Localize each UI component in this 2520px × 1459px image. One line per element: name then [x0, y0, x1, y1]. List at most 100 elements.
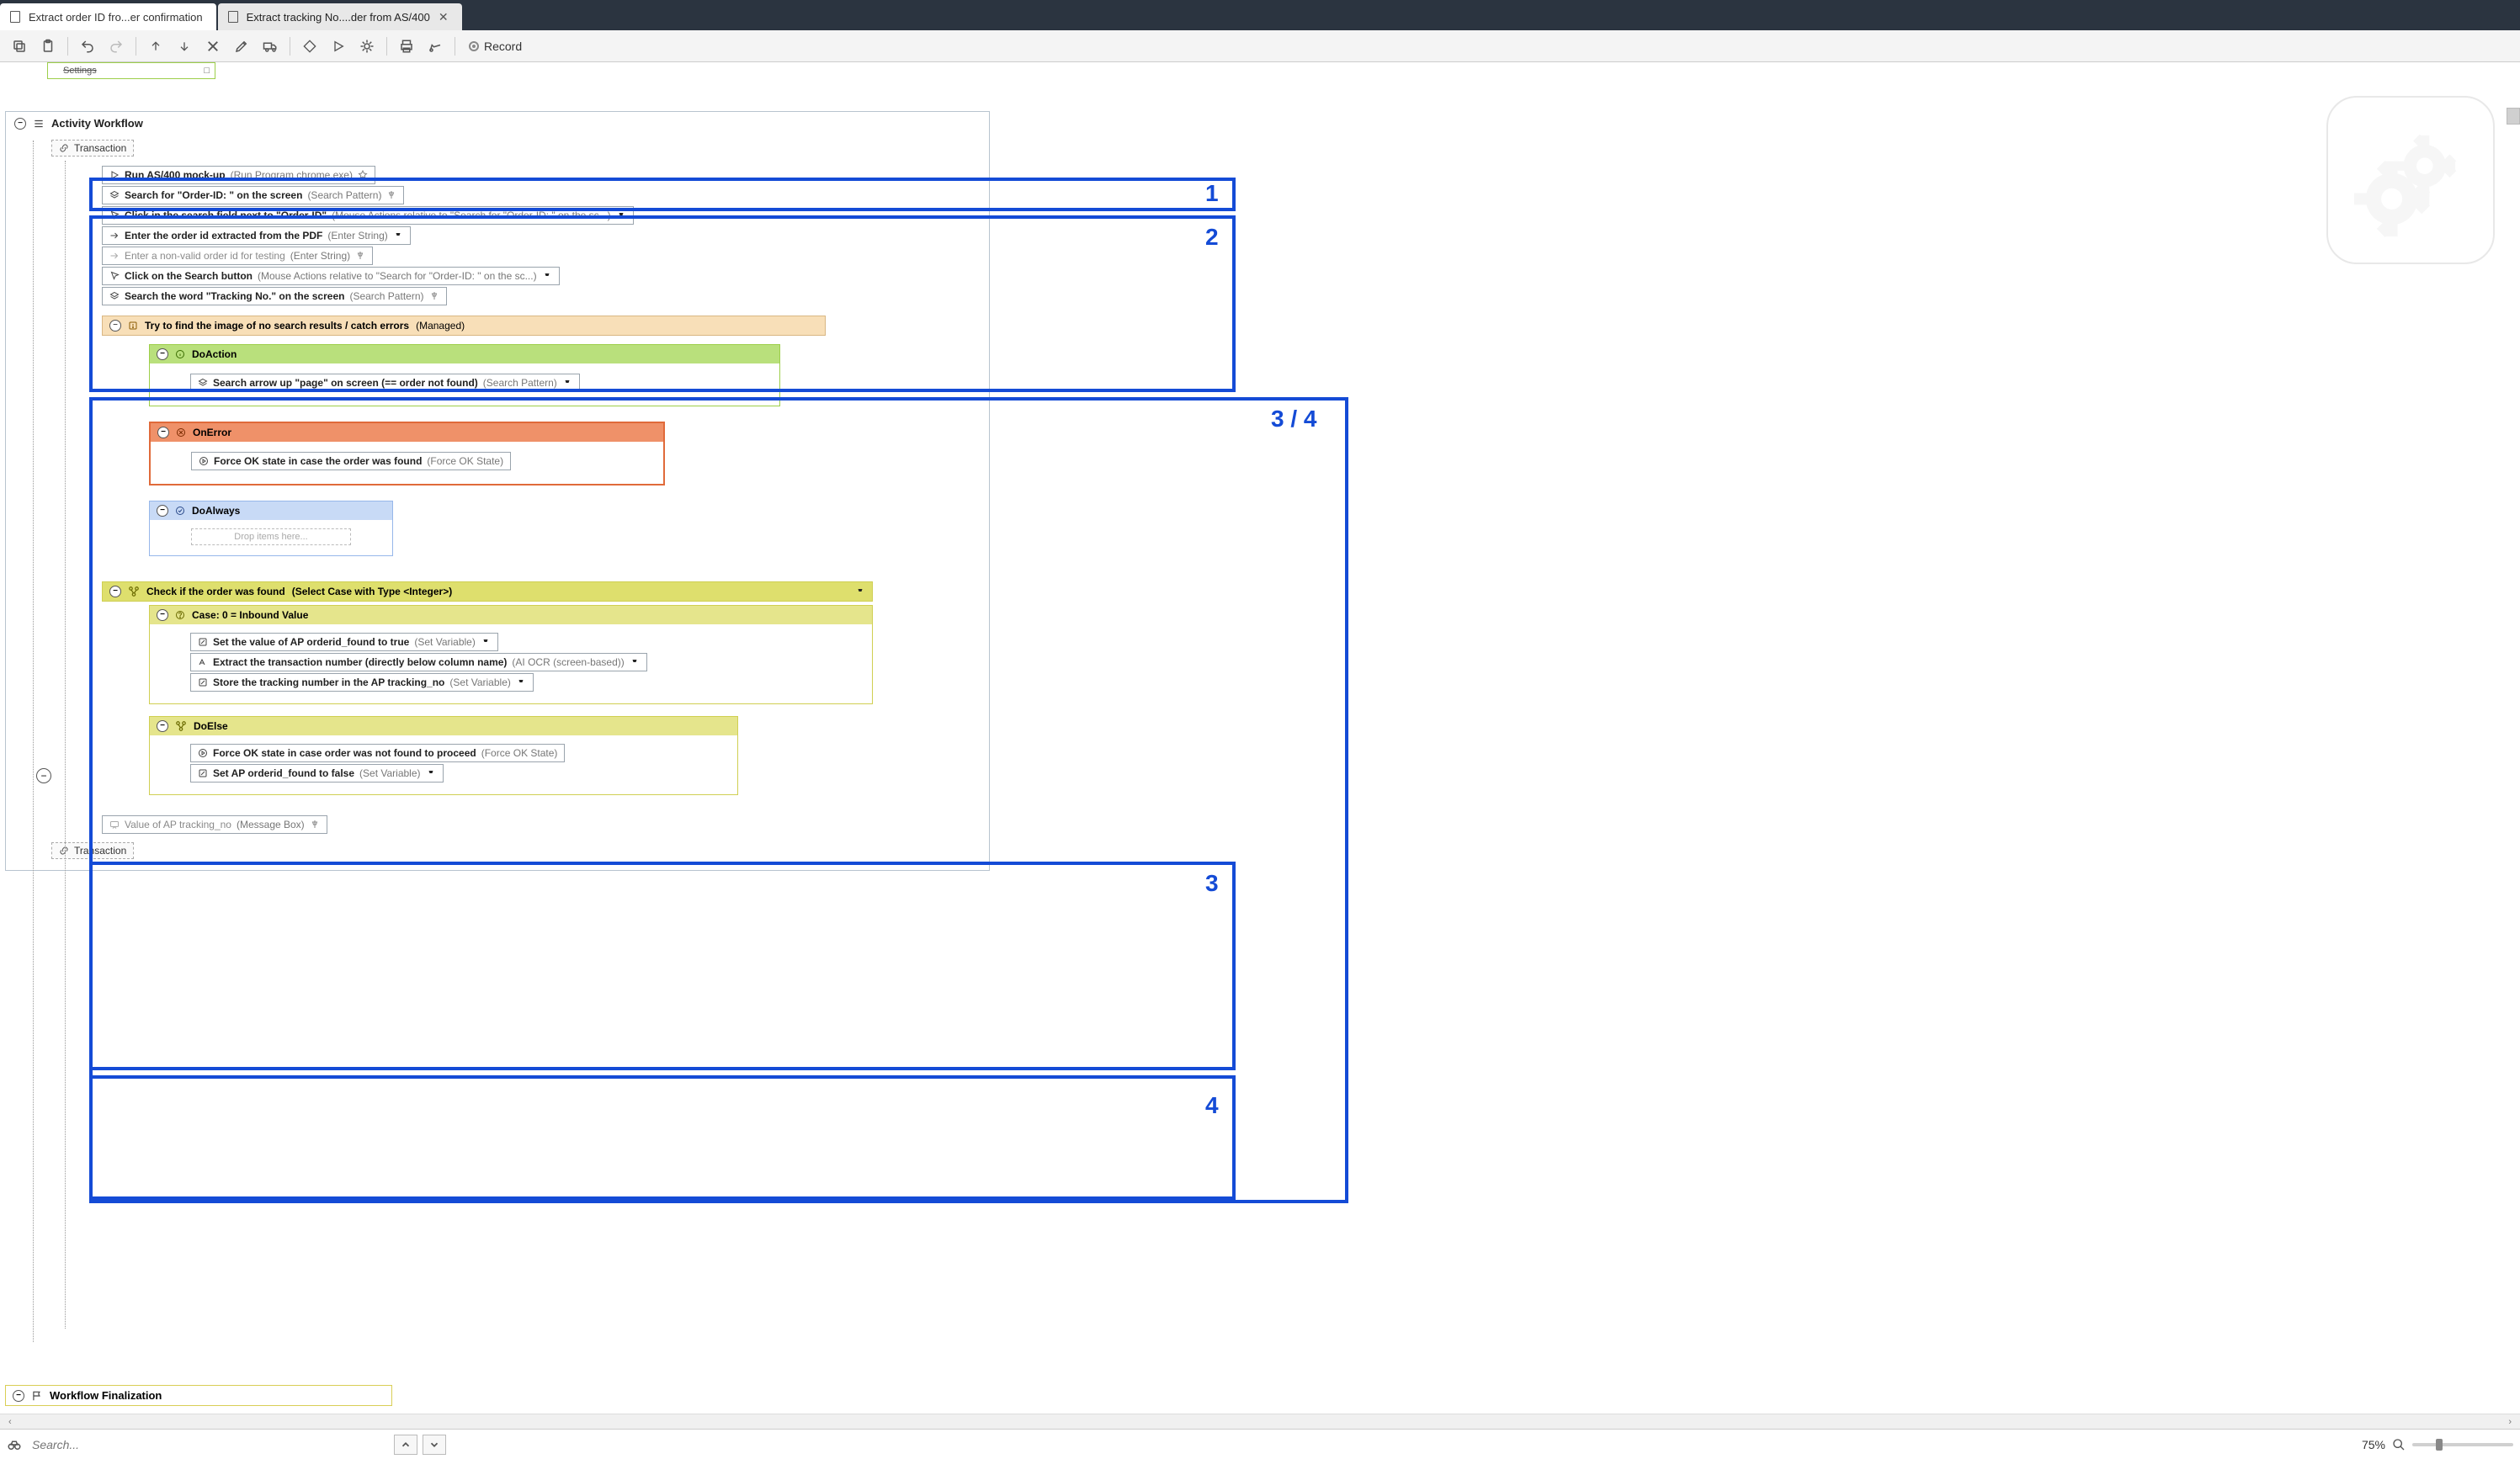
step-extract-transaction[interactable]: Extract the transaction number (directly…: [190, 653, 647, 671]
search-prev-button[interactable]: [394, 1435, 417, 1455]
pin-icon[interactable]: [393, 231, 403, 241]
step-force-ok-found[interactable]: Force OK state in case the order was fou…: [191, 452, 511, 470]
pin-icon[interactable]: [542, 271, 552, 281]
toolbar: Record: [0, 30, 2520, 62]
pin-icon[interactable]: [562, 378, 572, 388]
pin-icon[interactable]: [630, 657, 640, 667]
settings-button[interactable]: [423, 34, 448, 59]
play-button[interactable]: [326, 34, 351, 59]
group-collapse-icon[interactable]: −: [36, 768, 51, 783]
workflow-header[interactable]: − Activity Workflow: [6, 112, 989, 135]
step-force-ok-notfound[interactable]: Force OK state in case order was not fou…: [190, 744, 565, 762]
transaction-label: Transaction: [74, 142, 126, 154]
play-circle-icon: [198, 748, 208, 758]
tab-extract-tracking-no[interactable]: Extract tracking No....der from AS/400 ✕: [218, 3, 462, 30]
case-0-header[interactable]: − Case: 0 = Inbound Value: [150, 606, 872, 624]
step-type: (Set Variable): [359, 767, 420, 779]
collapse-icon[interactable]: −: [14, 118, 26, 130]
select-case-header[interactable]: − Check if the order was found (Select C…: [102, 581, 873, 602]
collapse-icon[interactable]: −: [109, 586, 121, 597]
horizontal-scrollbar[interactable]: ‹ ›: [0, 1414, 2520, 1429]
step-set-true[interactable]: Set the value of AP orderid_found to tru…: [190, 633, 498, 651]
layers-icon: [198, 378, 208, 388]
step-enter-orderid[interactable]: Enter the order id extracted from the PD…: [102, 226, 411, 245]
breakpoint-button[interactable]: [297, 34, 322, 59]
collapse-icon[interactable]: −: [13, 1390, 24, 1402]
step-label: Run AS/400 mock-up: [125, 169, 226, 181]
zoom-slider[interactable]: [2412, 1443, 2513, 1446]
pin-icon[interactable]: [429, 291, 439, 301]
pin-icon[interactable]: [516, 677, 526, 687]
pin-icon[interactable]: [855, 586, 865, 597]
collapse-icon[interactable]: −: [157, 505, 168, 517]
pin-icon[interactable]: [426, 768, 436, 778]
scroll-left-icon[interactable]: ‹: [3, 1417, 17, 1427]
paste-button[interactable]: [35, 34, 61, 59]
edit-button[interactable]: [229, 34, 254, 59]
onerror-header[interactable]: − OnError: [151, 423, 663, 442]
truck-button[interactable]: [258, 34, 283, 59]
doalways-block: − DoAlways Drop items here...: [149, 501, 393, 556]
collapse-icon[interactable]: −: [157, 427, 169, 438]
question-icon: [175, 610, 185, 620]
ocr-icon: [198, 657, 208, 667]
collapse-icon[interactable]: −: [157, 720, 168, 732]
transaction-start[interactable]: Transaction: [51, 140, 134, 157]
step-label: Search the word "Tracking No." on the sc…: [125, 290, 344, 302]
step-search-tracking[interactable]: Search the word "Tracking No." on the sc…: [102, 287, 447, 305]
collapse-icon[interactable]: −: [157, 348, 168, 360]
pin-icon[interactable]: [310, 820, 320, 830]
step-click-search-button[interactable]: Click on the Search button (Mouse Action…: [102, 267, 560, 285]
workflow-finalization[interactable]: − Workflow Finalization: [5, 1385, 392, 1406]
doalways-header[interactable]: − DoAlways: [150, 501, 392, 520]
copy-button[interactable]: [7, 34, 32, 59]
doaction-header[interactable]: − DoAction: [150, 345, 779, 363]
settings-node[interactable]: Settings: [47, 62, 215, 79]
move-down-button[interactable]: [172, 34, 197, 59]
doelse-header[interactable]: − DoElse: [150, 717, 737, 735]
workflow-canvas[interactable]: Settings: [0, 62, 2520, 1414]
gear-watermark-icon: [2326, 96, 2495, 264]
delete-button[interactable]: [200, 34, 226, 59]
transaction-end[interactable]: Transaction: [51, 842, 134, 859]
pin-icon[interactable]: [481, 637, 491, 647]
pin-icon[interactable]: [616, 210, 626, 220]
link-icon: [59, 846, 69, 856]
search-input[interactable]: [27, 1435, 389, 1455]
step-store-tracking[interactable]: Store the tracking number in the AP trac…: [190, 673, 534, 692]
record-button[interactable]: Record: [462, 36, 529, 56]
zoom-thumb[interactable]: [2436, 1439, 2443, 1451]
print-button[interactable]: [394, 34, 419, 59]
pin-icon[interactable]: [386, 190, 396, 200]
step-click-search-field[interactable]: Click in the search field next to "Order…: [102, 206, 634, 225]
step-type: (Search Pattern): [307, 189, 381, 201]
collapse-icon[interactable]: −: [109, 320, 121, 332]
cursor-icon: [109, 271, 120, 281]
step-type: (Enter String): [290, 250, 350, 262]
move-up-button[interactable]: [143, 34, 168, 59]
close-icon[interactable]: ✕: [439, 10, 449, 24]
pin-icon[interactable]: [358, 170, 368, 180]
magnifier-icon[interactable]: [2392, 1438, 2406, 1451]
step-type: (Mouse Actions relative to "Search for "…: [332, 210, 611, 221]
document-icon: [10, 11, 20, 23]
step-set-false[interactable]: Set AP orderid_found to false (Set Varia…: [190, 764, 444, 783]
redo-button[interactable]: [104, 34, 129, 59]
step-search-orderid[interactable]: Search for "Order-ID: " on the screen (S…: [102, 186, 404, 204]
drop-zone[interactable]: Drop items here...: [191, 528, 351, 545]
managed-block-header[interactable]: − Try to find the image of no search res…: [102, 316, 826, 336]
search-next-button[interactable]: [423, 1435, 446, 1455]
collapse-icon[interactable]: −: [157, 609, 168, 621]
scroll-right-icon[interactable]: ›: [2503, 1417, 2517, 1427]
binoculars-icon[interactable]: [7, 1437, 22, 1452]
undo-button[interactable]: [75, 34, 100, 59]
step-search-arrow[interactable]: Search arrow up "page" on screen (== ord…: [190, 374, 580, 392]
pin-icon[interactable]: [355, 251, 365, 261]
step-enter-nonvalid[interactable]: Enter a non-valid order id for testing (…: [102, 247, 373, 265]
step-messagebox[interactable]: Value of AP tracking_no (Message Box): [102, 815, 327, 834]
step-run-mockup[interactable]: Run AS/400 mock-up (Run Program chrome.e…: [102, 166, 375, 184]
highlight-3-label: 3: [1205, 870, 1219, 897]
debug-button[interactable]: [354, 34, 380, 59]
info-icon: [175, 349, 185, 359]
tab-extract-order-id[interactable]: Extract order ID fro...er confirmation: [0, 3, 216, 30]
